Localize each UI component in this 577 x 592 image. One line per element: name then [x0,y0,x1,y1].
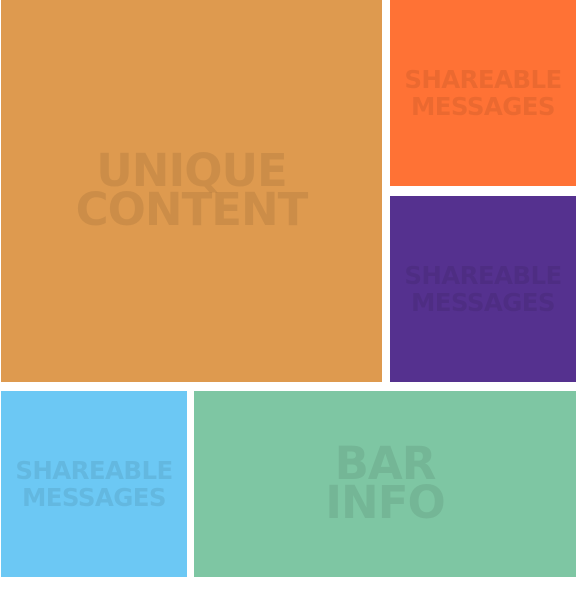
unique-content-tile: UNIQUE CONTENT [1,0,382,382]
shareable-messages-tile-purple: SHAREABLE MESSAGES [390,196,576,382]
shareable-messages-tile-orange: SHAREABLE MESSAGES [390,0,576,186]
shareable-messages-label-orange: SHAREABLE MESSAGES [404,64,562,121]
bar-info-tile: BAR INFO [194,391,576,577]
shareable-messages-label-blue: SHAREABLE MESSAGES [15,455,173,512]
bar-info-label: BAR INFO [325,437,445,529]
shareable-messages-tile-blue: SHAREABLE MESSAGES [1,391,187,577]
shareable-messages-label-purple: SHAREABLE MESSAGES [404,260,562,317]
unique-content-label: UNIQUE CONTENT [75,144,309,236]
